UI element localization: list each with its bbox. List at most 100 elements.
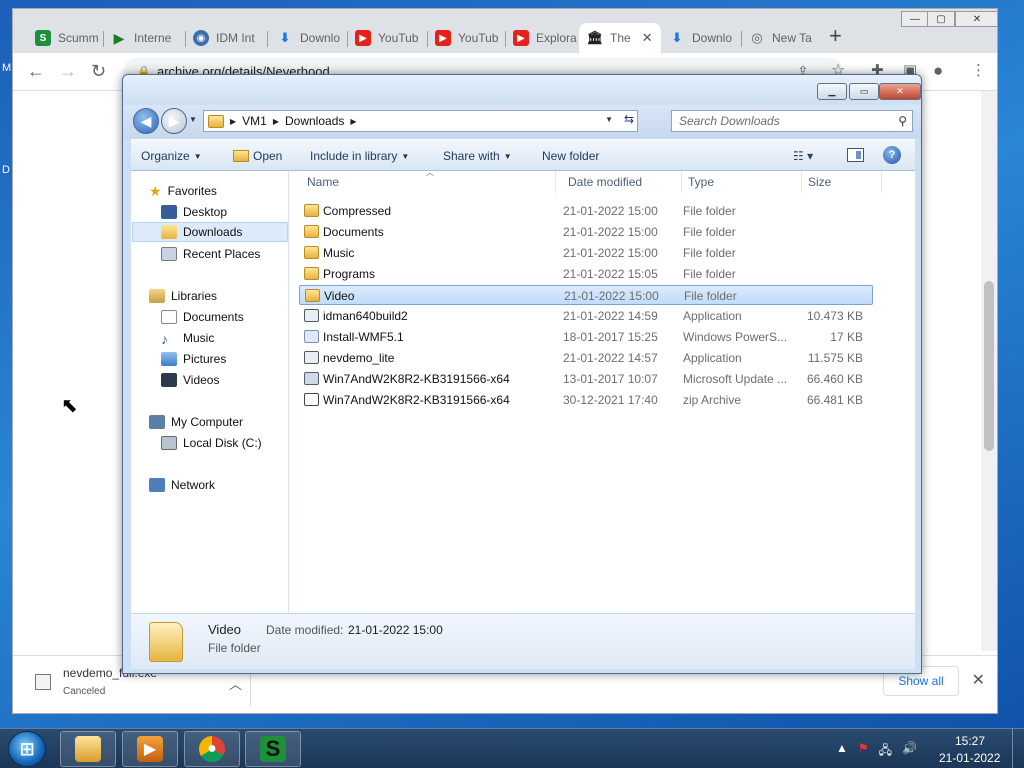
page-scrollbar[interactable] (981, 91, 997, 651)
new-tab-button[interactable]: + (829, 25, 842, 47)
file-row[interactable]: Install-WMF5.1 18-01-2017 15:25 Windows Po… (299, 327, 873, 347)
nav-favorites[interactable]: ★ Favorites (149, 181, 217, 201)
open-icon (233, 150, 249, 162)
file-row[interactable]: Video 21-01-2022 15:00 File folder (299, 285, 873, 305)
chevron-right-icon[interactable]: ▶ (230, 117, 236, 126)
start-button[interactable]: ⊞ (8, 731, 46, 767)
help-icon[interactable]: ? (883, 146, 901, 164)
minimize-button[interactable]: — (901, 11, 929, 27)
browser-tab[interactable]: ◎ New Ta (741, 23, 819, 53)
scrollbar-thumb[interactable] (984, 281, 994, 451)
show-hidden-icons-icon[interactable]: ▲ (836, 741, 848, 762)
new-folder-button[interactable]: New folder (542, 149, 599, 163)
file-date: 21-01-2022 15:00 (564, 289, 659, 303)
volume-icon[interactable]: 🔊 (902, 741, 917, 762)
taskbar-scummvm[interactable]: S (245, 731, 301, 767)
column-header-size[interactable]: Size (802, 171, 882, 193)
show-desktop-button[interactable] (1012, 729, 1024, 768)
file-row[interactable]: Programs 21-01-2022 15:05 File folder (299, 264, 873, 284)
chevron-down-icon[interactable]: ▼ (189, 115, 197, 124)
browser-tab[interactable]: ▶ Interne (103, 23, 183, 53)
clock-date[interactable]: 21-01-2022 (939, 751, 1000, 765)
chevron-down-icon[interactable]: ▼ (605, 115, 613, 124)
browser-tab[interactable]: ⬇ Downlo (661, 23, 739, 53)
search-icon[interactable]: ⚲ (898, 111, 907, 131)
reload-button[interactable]: ↻ (91, 61, 106, 81)
nav-item-videos[interactable]: Videos (161, 370, 219, 390)
file-row[interactable]: Compressed 21-01-2022 15:00 File folder (299, 201, 873, 221)
view-options-icon[interactable]: ☷ ▾ (793, 149, 813, 163)
menu-icon[interactable]: ⋮ (971, 61, 986, 81)
computer-icon (149, 415, 165, 429)
open-button[interactable]: Open (233, 149, 282, 163)
taskbar-media-player[interactable]: ▶ (122, 731, 178, 767)
back-button[interactable]: ◀ (133, 108, 159, 134)
chrome-icon: ● (199, 736, 225, 762)
profile-avatar[interactable]: ● (933, 61, 943, 81)
breadcrumb[interactable]: ▶ VM1 ▶ Downloads ▶ ▼ ⇆ (203, 110, 638, 132)
minimize-button[interactable]: ▁ (817, 83, 847, 100)
taskbar-explorer[interactable] (60, 731, 116, 767)
clock-time[interactable]: 15:27 (955, 734, 985, 748)
close-icon[interactable]: ✕ (972, 670, 985, 690)
browser-tab[interactable]: ⬇ Downlo (269, 23, 345, 53)
browser-tab[interactable]: S Scumm (27, 23, 111, 53)
file-row[interactable]: Documents 21-01-2022 15:00 File folder (299, 222, 873, 242)
chevron-right-icon[interactable]: ▶ (350, 117, 356, 126)
nav-my-computer[interactable]: My Computer (149, 412, 243, 432)
search-input[interactable]: Search Downloads ⚲ (671, 110, 913, 132)
close-tab-icon[interactable]: ✕ (642, 30, 653, 46)
forward-button[interactable]: → (59, 61, 77, 81)
file-row[interactable]: idman640build2 21-01-2022 14:59 Applicatio… (299, 306, 873, 326)
browser-tab[interactable]: ◉ IDM Int (185, 23, 265, 53)
nav-item-music[interactable]: ♪ Music (161, 328, 214, 348)
pictures-icon (161, 352, 177, 366)
maximize-button[interactable]: ▭ (849, 83, 879, 100)
include-in-library-button[interactable]: Include in library ▼ (310, 149, 409, 163)
file-name: Documents (323, 225, 384, 239)
close-button[interactable]: ✕ (879, 83, 921, 100)
nav-item-recent-places[interactable]: Recent Places (161, 244, 260, 264)
organize-label: Organize (141, 149, 190, 163)
share-with-button[interactable]: Share with ▼ (443, 149, 512, 163)
column-header-date[interactable]: Date modified (562, 171, 682, 193)
browser-tab[interactable]: ▶ YouTub (427, 23, 505, 53)
browser-tab[interactable]: ▶ YouTub (347, 23, 425, 53)
explorer-titlebar[interactable]: ▁ ▭ ✕ (123, 75, 921, 109)
nav-libraries[interactable]: Libraries (149, 286, 217, 306)
preview-pane-icon[interactable] (847, 148, 864, 162)
refresh-icon[interactable]: ⇆ (624, 112, 634, 126)
chevron-right-icon[interactable]: ▶ (273, 117, 279, 126)
organize-button[interactable]: Organize ▼ (141, 149, 202, 163)
nav-network[interactable]: Network (149, 475, 215, 495)
breadcrumb-item[interactable]: VM1 (242, 114, 267, 128)
system-tray: ▲ ⚑ 🖧 🔊 (836, 741, 917, 762)
file-type: zip Archive (683, 393, 742, 407)
nav-item-documents[interactable]: Documents (161, 307, 244, 327)
browser-tab-active[interactable]: 🏛 The ✕ (579, 23, 661, 53)
nav-item-downloads[interactable]: Downloads (132, 222, 288, 242)
column-header-type[interactable]: Type (682, 171, 802, 193)
nav-item-pictures[interactable]: Pictures (161, 349, 226, 369)
taskbar-chrome[interactable]: ● (184, 731, 240, 767)
file-explorer-icon (75, 736, 101, 762)
nav-label: Music (183, 331, 215, 345)
close-button[interactable]: ✕ (955, 11, 997, 27)
network-tray-icon[interactable]: 🖧 (879, 741, 892, 762)
file-row[interactable]: Win7AndW2K8R2-KB3191566-x64 30-12-2021 17… (299, 390, 873, 410)
back-button[interactable]: ← (27, 61, 45, 81)
browser-tab[interactable]: ▶ Explora (505, 23, 583, 53)
action-center-flag-icon[interactable]: ⚑ (858, 741, 869, 762)
file-row[interactable]: Win7AndW2K8R2-KB3191566-x64 13-01-2017 10… (299, 369, 873, 389)
mouse-pointer-icon: ⬉ (61, 395, 78, 417)
chevron-up-icon[interactable]: ︿ (229, 674, 242, 693)
nav-item-desktop[interactable]: Desktop (161, 202, 227, 222)
nav-item-local-disk[interactable]: Local Disk (C:) (161, 433, 262, 453)
file-row[interactable]: Music 21-01-2022 15:00 File folder (299, 243, 873, 263)
file-date: 30-12-2021 17:40 (563, 393, 658, 407)
forward-button[interactable]: ▶ (161, 108, 187, 134)
maximize-button[interactable]: ▢ (927, 11, 955, 27)
file-name: Compressed (323, 204, 392, 218)
file-row[interactable]: nevdemo_lite 21-01-2022 14:57 Application 1… (299, 348, 873, 368)
breadcrumb-item[interactable]: Downloads (285, 114, 344, 128)
